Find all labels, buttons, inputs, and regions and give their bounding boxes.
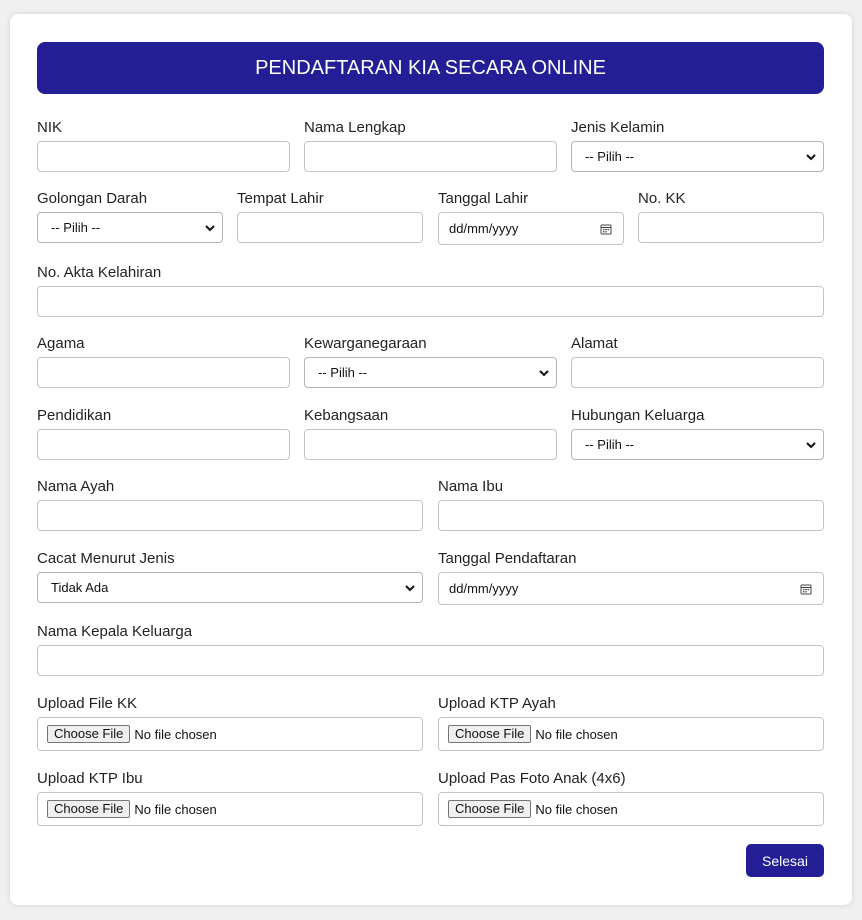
upload-ktp-ayah-status: No file chosen (535, 726, 618, 742)
agama-field: Agama (37, 335, 290, 388)
calendar-icon[interactable] (800, 583, 812, 595)
jenis-kelamin-selected: -- Pilih -- (585, 149, 635, 164)
no-akta-input[interactable] (37, 286, 824, 317)
upload-pas-foto-input[interactable]: Choose File No file chosen (438, 792, 824, 826)
upload-ktp-ayah-label: Upload KTP Ayah (438, 695, 556, 712)
no-kk-field: No. KK (638, 190, 824, 243)
nama-ibu-label: Nama Ibu (438, 478, 504, 495)
nik-field: NIK (37, 119, 290, 172)
upload-kk-field: Upload File KK Choose File No file chose… (37, 695, 423, 751)
agama-input[interactable] (37, 357, 290, 388)
agama-label: Agama (37, 335, 85, 352)
nama-kepala-keluarga-field: Nama Kepala Keluarga (37, 623, 824, 676)
cacat-selected: Tidak Ada (51, 580, 109, 595)
nama-ibu-field: Nama Ibu (438, 478, 824, 531)
kewarganegaraan-selected: -- Pilih -- (318, 365, 368, 380)
tanggal-pendaftaran-placeholder: dd/mm/yyyy (449, 581, 519, 596)
pendidikan-label: Pendidikan (37, 407, 112, 424)
tanggal-lahir-label: Tanggal Lahir (438, 190, 529, 207)
upload-ktp-ibu-choose-button[interactable]: Choose File (47, 800, 131, 818)
chevron-down-icon (806, 153, 816, 160)
calendar-icon[interactable] (600, 223, 612, 235)
nik-input[interactable] (37, 141, 290, 172)
upload-ktp-ibu-input[interactable]: Choose File No file chosen (37, 792, 423, 826)
upload-pas-foto-status: No file chosen (535, 801, 618, 817)
alamat-label: Alamat (571, 335, 618, 352)
golongan-darah-selected: -- Pilih -- (51, 220, 101, 235)
nama-ibu-input[interactable] (438, 500, 824, 531)
upload-ktp-ayah-input[interactable]: Choose File No file chosen (438, 717, 824, 751)
submit-button[interactable]: Selesai (746, 844, 824, 877)
kebangsaan-label: Kebangsaan (304, 407, 389, 424)
tanggal-lahir-placeholder: dd/mm/yyyy (449, 221, 519, 236)
form-title: PENDAFTARAN KIA SECARA ONLINE (37, 42, 824, 94)
nama-lengkap-label: Nama Lengkap (304, 119, 406, 136)
nama-kepala-keluarga-input[interactable] (37, 645, 824, 676)
tempat-lahir-label: Tempat Lahir (237, 190, 324, 207)
kebangsaan-input[interactable] (304, 429, 557, 460)
upload-ktp-ayah-field: Upload KTP Ayah Choose File No file chos… (438, 695, 824, 751)
no-kk-input[interactable] (638, 212, 824, 243)
pendidikan-input[interactable] (37, 429, 290, 460)
upload-pas-foto-choose-button[interactable]: Choose File (448, 800, 532, 818)
nama-lengkap-input[interactable] (304, 141, 557, 172)
hubungan-keluarga-label: Hubungan Keluarga (571, 407, 705, 424)
golongan-darah-field: Golongan Darah -- Pilih -- (37, 190, 223, 243)
upload-pas-foto-label: Upload Pas Foto Anak (4x6) (438, 770, 626, 787)
nama-kepala-keluarga-label: Nama Kepala Keluarga (37, 623, 193, 640)
nama-ayah-field: Nama Ayah (37, 478, 423, 531)
upload-kk-status: No file chosen (134, 726, 217, 742)
nama-lengkap-field: Nama Lengkap (304, 119, 557, 172)
upload-ktp-ayah-choose-button[interactable]: Choose File (448, 725, 532, 743)
nik-label: NIK (37, 119, 63, 136)
tanggal-pendaftaran-label: Tanggal Pendaftaran (438, 550, 577, 567)
upload-ktp-ibu-field: Upload KTP Ibu Choose File No file chose… (37, 770, 423, 826)
alamat-input[interactable] (571, 357, 824, 388)
golongan-darah-label: Golongan Darah (37, 190, 148, 207)
nama-ayah-label: Nama Ayah (37, 478, 115, 495)
chevron-down-icon (539, 369, 549, 376)
upload-kk-label: Upload File KK (37, 695, 138, 712)
tanggal-pendaftaran-input[interactable]: dd/mm/yyyy (438, 572, 824, 605)
kewarganegaraan-select[interactable]: -- Pilih -- (304, 357, 557, 388)
form-card: PENDAFTARAN KIA SECARA ONLINE NIK Nama L… (10, 14, 852, 905)
cacat-label: Cacat Menurut Jenis (37, 550, 175, 567)
no-akta-label: No. Akta Kelahiran (37, 264, 162, 281)
pendidikan-field: Pendidikan (37, 407, 290, 460)
upload-kk-input[interactable]: Choose File No file chosen (37, 717, 423, 751)
jenis-kelamin-select[interactable]: -- Pilih -- (571, 141, 824, 172)
kewarganegaraan-field: Kewarganegaraan -- Pilih -- (304, 335, 557, 388)
chevron-down-icon (205, 224, 215, 231)
upload-ktp-ibu-label: Upload KTP Ibu (37, 770, 143, 787)
tanggal-lahir-field: Tanggal Lahir dd/mm/yyyy (438, 190, 624, 245)
no-akta-field: No. Akta Kelahiran (37, 264, 824, 317)
upload-kk-choose-button[interactable]: Choose File (47, 725, 131, 743)
tempat-lahir-field: Tempat Lahir (237, 190, 423, 243)
jenis-kelamin-field: Jenis Kelamin -- Pilih -- (571, 119, 824, 172)
tanggal-pendaftaran-field: Tanggal Pendaftaran dd/mm/yyyy (438, 550, 824, 605)
nama-ayah-input[interactable] (37, 500, 423, 531)
upload-ktp-ibu-status: No file chosen (134, 801, 217, 817)
alamat-field: Alamat (571, 335, 824, 388)
cacat-field: Cacat Menurut Jenis Tidak Ada (37, 550, 423, 603)
tempat-lahir-input[interactable] (237, 212, 423, 243)
kebangsaan-field: Kebangsaan (304, 407, 557, 460)
chevron-down-icon (806, 441, 816, 448)
chevron-down-icon (405, 584, 415, 591)
hubungan-keluarga-field: Hubungan Keluarga -- Pilih -- (571, 407, 824, 460)
jenis-kelamin-label: Jenis Kelamin (571, 119, 665, 136)
golongan-darah-select[interactable]: -- Pilih -- (37, 212, 223, 243)
hubungan-keluarga-selected: -- Pilih -- (585, 437, 635, 452)
no-kk-label: No. KK (638, 190, 686, 207)
kewarganegaraan-label: Kewarganegaraan (304, 335, 427, 352)
hubungan-keluarga-select[interactable]: -- Pilih -- (571, 429, 824, 460)
tanggal-lahir-input[interactable]: dd/mm/yyyy (438, 212, 624, 245)
upload-pas-foto-field: Upload Pas Foto Anak (4x6) Choose File N… (438, 770, 824, 826)
cacat-select[interactable]: Tidak Ada (37, 572, 423, 603)
